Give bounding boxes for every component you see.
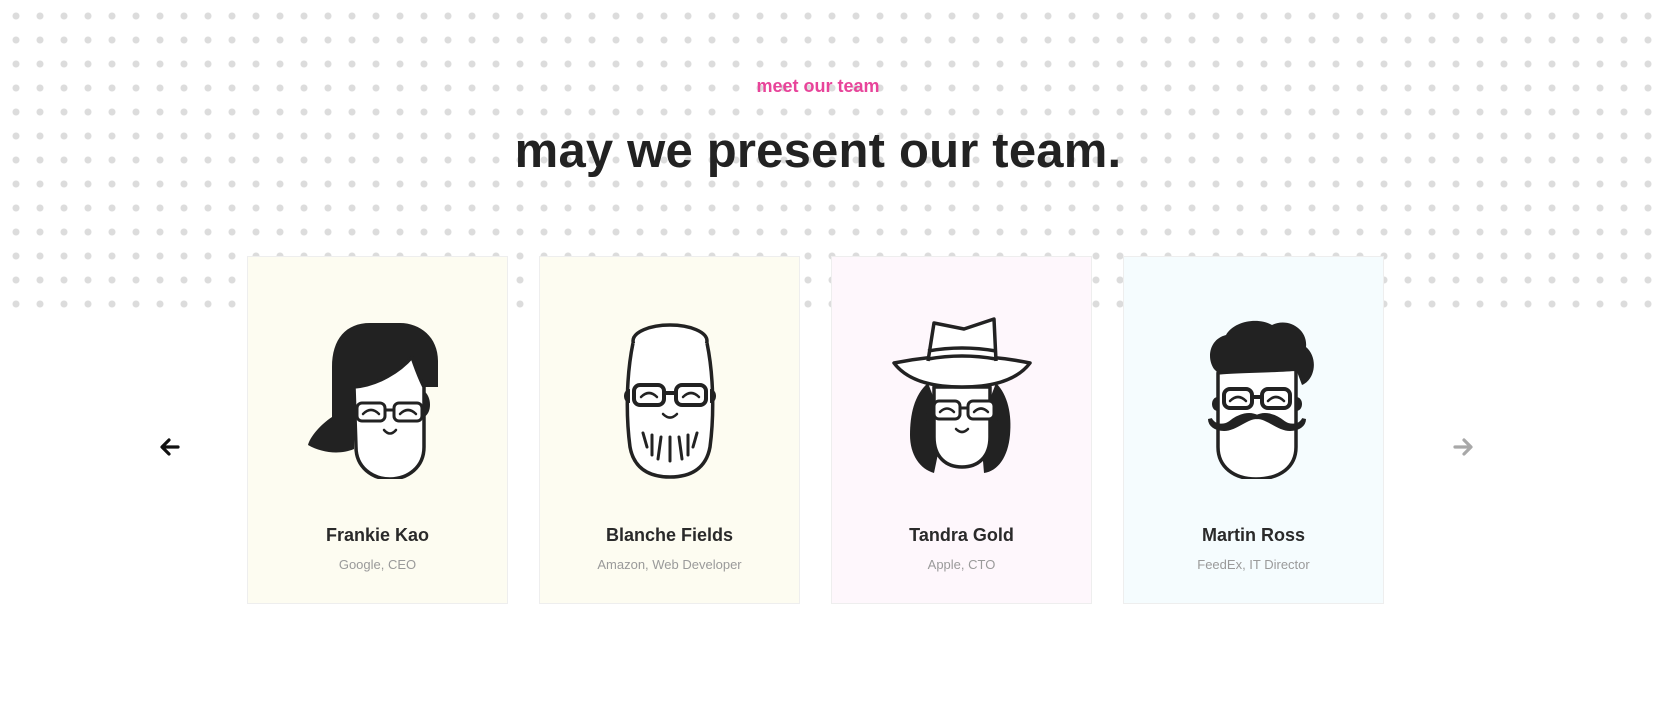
member-role: Amazon, Web Developer xyxy=(597,557,742,572)
woman-glasses-avatar xyxy=(308,323,438,479)
member-name: Frankie Kao xyxy=(325,525,430,545)
arrow-right-icon xyxy=(1453,438,1473,456)
team-card[interactable]: Frankie Kao Google, CEO xyxy=(247,256,508,604)
member-name: Martin Ross xyxy=(1201,525,1306,545)
member-name: Tandra Gold xyxy=(909,525,1014,545)
team-card[interactable]: Martin Ross FeedEx, IT Director xyxy=(1123,256,1384,604)
woman-hat-avatar xyxy=(892,317,1032,473)
carousel-next-button[interactable] xyxy=(1448,432,1478,462)
bearded-man-glasses-avatar xyxy=(624,323,716,479)
mustache-man-avatar xyxy=(1208,320,1314,479)
section-eyebrow: meet our team xyxy=(756,76,880,96)
member-role: Apple, CTO xyxy=(927,557,996,572)
team-section: meet our team may we present our team. F… xyxy=(0,0,1655,705)
arrow-left-icon xyxy=(160,438,180,456)
carousel-prev-button[interactable] xyxy=(155,432,185,462)
team-card[interactable]: Blanche Fields Amazon, Web Developer xyxy=(539,256,800,604)
section-headline: may we present our team. xyxy=(514,124,1122,178)
member-name: Blanche Fields xyxy=(605,525,734,545)
team-card[interactable]: Tandra Gold Apple, CTO xyxy=(831,256,1092,604)
team-carousel: Frankie Kao Google, CEO Blanche Fields A… xyxy=(247,256,1384,604)
member-role: Google, CEO xyxy=(338,557,417,572)
member-role: FeedEx, IT Director xyxy=(1197,557,1310,572)
